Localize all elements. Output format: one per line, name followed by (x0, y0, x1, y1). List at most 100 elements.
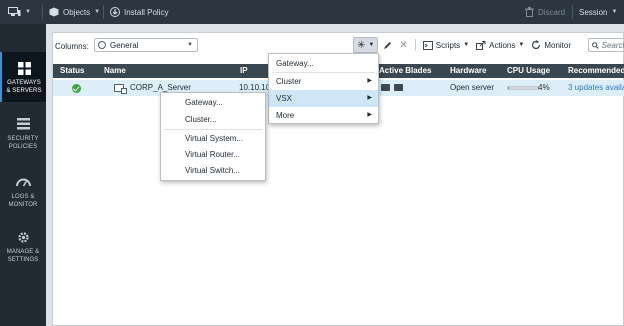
menu-item-label: More (276, 111, 295, 120)
top-bar: ▼ Objects ▼ Install Policy Discard Sessi… (0, 0, 624, 24)
objects-menu-button[interactable]: Objects ▼ (49, 0, 100, 24)
scripts-menu-button[interactable]: Scripts ▼ (421, 37, 471, 53)
grid-icon (16, 61, 32, 75)
menu-item-label: Virtual Router... (185, 150, 240, 159)
scripts-icon (422, 40, 433, 50)
row-cpu-usage: 4% (538, 83, 550, 92)
gear-icon (15, 230, 31, 244)
gauge-icon (15, 175, 31, 189)
column-header-active-blades[interactable]: Active Blades (379, 64, 431, 78)
install-policy-icon (110, 7, 120, 17)
blade-icon (394, 84, 403, 91)
objects-icon (49, 7, 59, 17)
active-blades (381, 84, 403, 91)
divider (42, 5, 43, 19)
refresh-icon (532, 40, 541, 50)
scripts-label: Scripts (435, 40, 461, 50)
left-navigation: GATEWAYS & SERVERS SECURITY POLICIES LOG… (0, 24, 46, 326)
column-header-ip[interactable]: IP (240, 64, 248, 78)
monitor-label: Monitor (544, 40, 572, 50)
toolbar: ✳ ▼ ✕ Scripts ▼ Actions ▼ Monitor (353, 37, 573, 53)
menu-item-label: Gateway... (185, 98, 223, 107)
search-input[interactable]: Search (588, 38, 624, 52)
column-header-cpu-usage[interactable]: CPU Usage (507, 64, 550, 78)
menu-item-virtual-switch[interactable]: Virtual Switch... (161, 162, 265, 179)
session-menu-button[interactable]: Session ▼ (579, 0, 617, 24)
menu-item-gateway[interactable]: Gateway... (269, 55, 378, 72)
objects-label: Objects (63, 7, 91, 17)
column-header-recommended[interactable]: Recommended (568, 64, 624, 78)
chevron-right-icon: ▶ (367, 78, 372, 84)
menu-item-vsx-gateway[interactable]: Gateway... (161, 94, 265, 111)
menu-item-label: Gateway... (276, 59, 314, 68)
nav-label-line1: GATEWAYS (7, 80, 41, 86)
chevron-down-icon: ▼ (611, 9, 618, 15)
bars-icon (15, 117, 31, 131)
chevron-right-icon: ▶ (367, 112, 372, 118)
chevron-down-icon: ▼ (463, 42, 470, 48)
nav-label-line2: & SERVERS (6, 88, 42, 94)
blade-icon (381, 84, 390, 91)
chevron-down-icon: ▼ (94, 9, 101, 15)
cpu-usage-fill (508, 87, 510, 89)
close-icon: ✕ (399, 39, 408, 51)
edit-button[interactable] (381, 37, 394, 53)
nav-item-logs-monitor[interactable]: LOGS & MONITOR (0, 170, 46, 214)
vsx-submenu: Gateway... Cluster... Virtual System... … (160, 92, 266, 181)
menu-item-more[interactable]: More ▶ (269, 107, 378, 124)
columns-view-value: General (110, 40, 139, 50)
column-header-hardware[interactable]: Hardware (450, 64, 486, 78)
actions-label: Actions (489, 40, 516, 50)
menu-item-label: Virtual System... (185, 134, 244, 143)
divider (414, 39, 416, 51)
chevron-down-icon: ▼ (518, 42, 525, 48)
actions-menu-button[interactable]: Actions ▼ (474, 37, 526, 53)
app-menu-button[interactable]: ▼ (8, 0, 31, 24)
session-label: Session (579, 7, 608, 17)
nav-item-security-policies[interactable]: SECURITY POLICIES (0, 112, 46, 156)
monitor-button[interactable]: Monitor (529, 37, 573, 53)
discard-button[interactable]: Discard (525, 0, 565, 24)
delete-button[interactable]: ✕ (397, 37, 409, 53)
menu-item-virtual-system[interactable]: Virtual System... (161, 130, 265, 147)
chevron-down-icon: ▼ (187, 42, 193, 48)
trash-icon (525, 7, 534, 17)
chevron-down-icon: ▼ (25, 9, 31, 15)
nav-label-line1: LOGS & (11, 194, 35, 200)
menu-item-label: Virtual Switch... (185, 166, 240, 175)
menu-item-label: Cluster (276, 77, 302, 86)
column-header-name[interactable]: Name (104, 64, 126, 78)
app-menu-icon (8, 6, 21, 16)
actions-icon (476, 40, 486, 50)
new-object-menu: Gateway... Cluster ▶ VSX ▶ More ▶ (268, 53, 379, 124)
menu-item-label: Cluster... (185, 115, 217, 124)
menu-item-virtual-router[interactable]: Virtual Router... (161, 146, 265, 163)
search-icon (592, 41, 599, 49)
server-icon (114, 84, 127, 94)
nav-item-manage-settings[interactable]: MANAGE & SETTINGS (0, 226, 46, 270)
discard-label: Discard (538, 7, 566, 17)
row-recommended-link[interactable]: 3 updates available (568, 80, 624, 96)
install-policy-button[interactable]: Install Policy (110, 0, 168, 24)
divider (572, 5, 573, 19)
menu-item-cluster[interactable]: Cluster ▶ (269, 73, 378, 90)
chevron-right-icon: ▶ (367, 95, 372, 101)
nav-label-line2: SETTINGS (7, 257, 39, 263)
new-object-button[interactable]: ✳ ▼ (353, 37, 379, 53)
column-header-status[interactable]: Status (60, 64, 84, 78)
nav-item-gateways-servers[interactable]: GATEWAYS & SERVERS (0, 52, 46, 102)
menu-item-vsx-cluster[interactable]: Cluster... (161, 111, 265, 128)
menu-item-vsx[interactable]: VSX ▶ (269, 90, 378, 107)
pencil-icon (384, 41, 392, 49)
install-policy-label: Install Policy (124, 7, 169, 17)
divider (103, 5, 104, 19)
chevron-down-icon: ▼ (368, 42, 375, 48)
star-icon: ✳ (357, 39, 366, 51)
columns-label: Columns: (55, 42, 89, 51)
nav-label-line2: POLICIES (8, 144, 38, 150)
cpu-usage-bar (507, 86, 539, 90)
columns-view-select[interactable]: General ▼ (94, 38, 198, 52)
nav-label-line2: MONITOR (8, 202, 38, 208)
menu-item-label: VSX (276, 94, 293, 103)
nav-label-line1: MANAGE & (6, 249, 40, 255)
